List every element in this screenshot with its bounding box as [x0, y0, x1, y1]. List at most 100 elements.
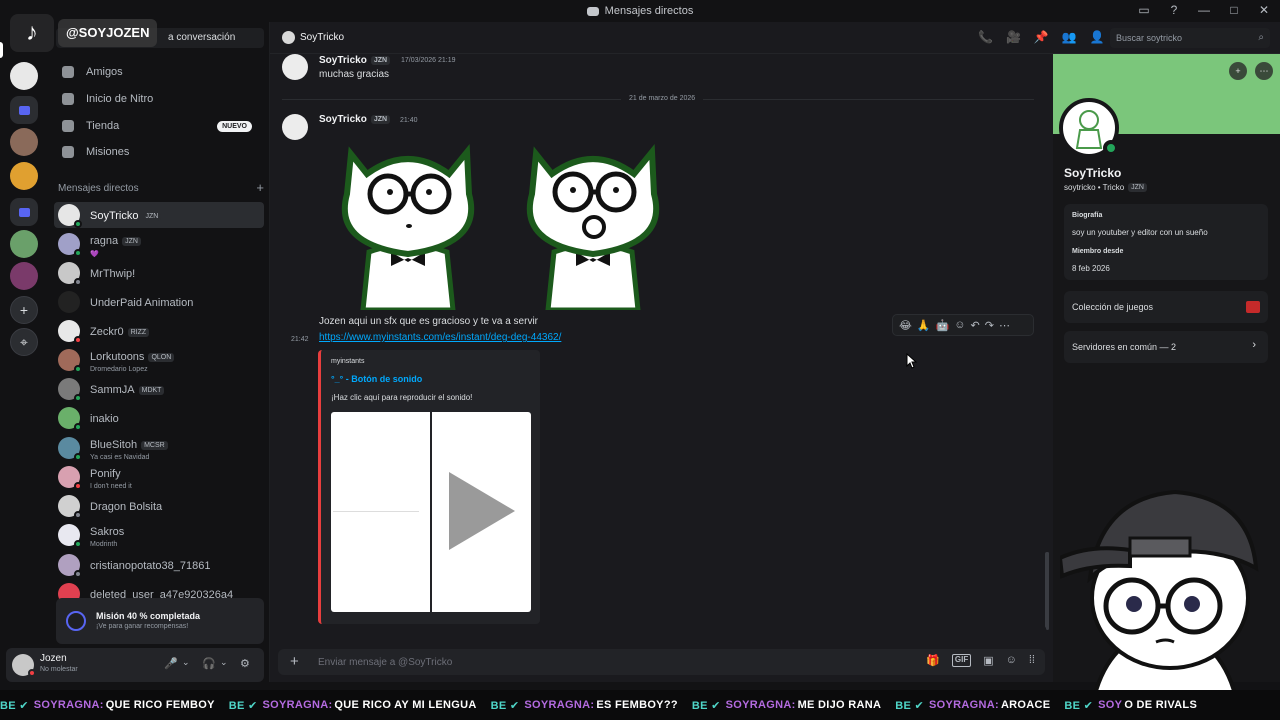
quest-progress-card[interactable]: Misión 40 % completada ¡Ve para ganar re… [56, 598, 264, 644]
minimize-button[interactable]: — [1196, 3, 1212, 17]
sticker-neutral-face[interactable] [333, 134, 483, 310]
panel-scrollbar[interactable] [1046, 552, 1049, 630]
dm-avatar [58, 204, 82, 228]
game-collection-card[interactable]: Colección de juegos [1064, 291, 1268, 323]
user-name: Jozen [40, 653, 67, 664]
discord-logo-icon [586, 6, 599, 16]
profile-avatar[interactable] [1059, 98, 1119, 158]
nav-shop[interactable]: Tienda NUEVO [56, 114, 264, 138]
dm-item[interactable]: Ponify I don't need it [54, 464, 264, 490]
mutual-servers-card[interactable]: Servidores en común — 2 › [1064, 331, 1268, 363]
dm-text: SammJA MDKT [90, 380, 165, 398]
selected-indicator [0, 42, 3, 58]
dm-item[interactable]: inakio [54, 405, 264, 431]
dm-item[interactable]: Dragon Bolsita [54, 493, 264, 519]
dm-section-title: Mensajes directos [58, 183, 139, 194]
bio-label: Biografía [1072, 212, 1103, 219]
add-friend-icon[interactable]: + [1229, 62, 1247, 80]
emoji-icon[interactable]: ☺ [1006, 654, 1017, 667]
gif-icon[interactable]: GIF [951, 654, 972, 667]
help-icon[interactable]: ? [1166, 3, 1182, 17]
message-author[interactable]: SoyTricko JZN [319, 114, 391, 125]
apps-icon[interactable]: ⁞⁞ [1029, 654, 1035, 667]
inbox-icon[interactable]: ▭ [1136, 3, 1152, 17]
message-link[interactable]: https://www.myinstants.com/es/instant/de… [319, 332, 561, 343]
dm-item[interactable]: UnderPaid Animation [54, 289, 264, 315]
dm-name: SoyTricko [90, 210, 139, 222]
profile-more-icon[interactable]: ⋯ [1255, 62, 1273, 80]
add-server-icon[interactable]: + [10, 296, 38, 324]
pinned-messages-icon[interactable]: 📌 [1034, 30, 1049, 44]
user-profile-icon[interactable]: 👤 [1090, 30, 1105, 44]
forward-icon[interactable]: ↷ [985, 319, 994, 332]
server-icon[interactable] [10, 230, 38, 258]
server-icon[interactable] [10, 62, 38, 90]
server-icon[interactable] [10, 162, 38, 190]
dm-item[interactable]: Sakros Modrinth [54, 522, 264, 548]
dm-item[interactable]: ragna JZN 💜 [54, 231, 264, 258]
reply-icon[interactable]: ↶ [971, 319, 980, 332]
maximize-button[interactable]: □ [1226, 3, 1242, 17]
dm-text: ragna JZN 💜 [90, 231, 141, 258]
dm-item[interactable]: MrThwip! [54, 260, 264, 286]
nav-quests-label: Misiones [86, 146, 130, 158]
dm-name: Ponify [90, 468, 121, 480]
dm-name: cristianopotato38_71861 [90, 560, 211, 572]
date-divider: 21 de marzo de 2026 [282, 95, 1034, 102]
sticker-surprised-face[interactable] [518, 134, 668, 310]
dm-activity: I don't need it [90, 483, 132, 490]
sticker-icon[interactable]: ▣ [983, 654, 993, 667]
mic-options-icon[interactable]: ⌄ [182, 657, 190, 668]
dm-name: inakio [90, 413, 119, 425]
add-friends-to-dm-icon[interactable]: 👥 [1062, 30, 1077, 44]
dm-text: cristianopotato38_71861 [90, 556, 210, 574]
gift-icon[interactable]: 🎁 [926, 654, 940, 667]
reaction-laugh-icon[interactable]: 😂 [899, 319, 912, 332]
discover-icon[interactable]: ⌖ [10, 328, 38, 356]
nav-nitro[interactable]: Inicio de Nitro [56, 87, 264, 111]
clan-tag: JZN [370, 115, 391, 124]
dnd-status-icon [28, 669, 36, 677]
video-call-icon[interactable]: 🎥 [1006, 30, 1021, 44]
voice-call-icon[interactable]: 📞 [978, 30, 993, 44]
nitro-icon [62, 93, 74, 105]
headphones-icon[interactable]: 🎧 [202, 657, 216, 670]
message-composer[interactable]: + Enviar mensaje a @SoyTricko 🎁 GIF ▣ ☺ … [278, 649, 1045, 675]
dm-item[interactable]: SammJA MDKT [54, 376, 264, 402]
settings-gear-icon[interactable]: ⚙ [240, 657, 250, 670]
microphone-icon[interactable]: 🎤 [164, 657, 178, 670]
dm-activity: Ya casi es Navidad [90, 454, 150, 461]
nav-friends[interactable]: Amigos [56, 60, 264, 84]
dm-avatar [58, 407, 82, 431]
attach-plus-icon[interactable]: + [290, 653, 299, 670]
dm-item[interactable]: BlueSitoh MCSR Ya casi es Navidad [54, 435, 264, 461]
server-folder-icon[interactable] [10, 96, 38, 124]
message-avatar[interactable] [282, 114, 308, 140]
status-indicator-icon [74, 220, 82, 228]
dm-item[interactable]: Zeckr0 RIZZ [54, 318, 264, 344]
embed-title[interactable]: °_° - Botón de sonido [331, 374, 422, 384]
dm-text: MrThwip! [90, 264, 135, 282]
nav-quests[interactable]: Misiones [56, 140, 264, 164]
chat-search-input[interactable]: Buscar soytricko ⌕ [1110, 28, 1270, 48]
tiktok-logo-icon: ♪ [10, 14, 54, 52]
dm-item[interactable]: Lorkutoons QLON Dromedario Lopez [54, 347, 264, 373]
play-icon[interactable] [449, 472, 515, 550]
reaction-robot-icon[interactable]: 🤖 [936, 319, 950, 332]
reaction-pray-icon[interactable]: 🙏 [917, 319, 931, 332]
server-icon[interactable] [10, 128, 38, 156]
create-dm-button[interactable]: + [256, 180, 264, 195]
audio-options-icon[interactable]: ⌄ [220, 657, 228, 668]
server-folder-icon[interactable] [10, 198, 38, 226]
server-icon[interactable] [10, 262, 38, 290]
message-avatar[interactable] [282, 54, 308, 80]
more-options-icon[interactable]: ⋯ [999, 319, 1010, 332]
dm-item[interactable]: cristianopotato38_71861 [54, 552, 264, 578]
close-button[interactable]: ✕ [1256, 3, 1272, 17]
message-author[interactable]: SoyTricko JZN [319, 55, 391, 66]
dm-item[interactable]: SoyTricko JZN [54, 202, 264, 228]
add-reaction-icon[interactable]: ☺ [954, 319, 965, 331]
message-input[interactable]: Enviar mensaje a @SoyTricko [318, 657, 452, 668]
game-collection-label: Colección de juegos [1072, 302, 1154, 312]
embed-thumbnail[interactable] [331, 412, 531, 612]
